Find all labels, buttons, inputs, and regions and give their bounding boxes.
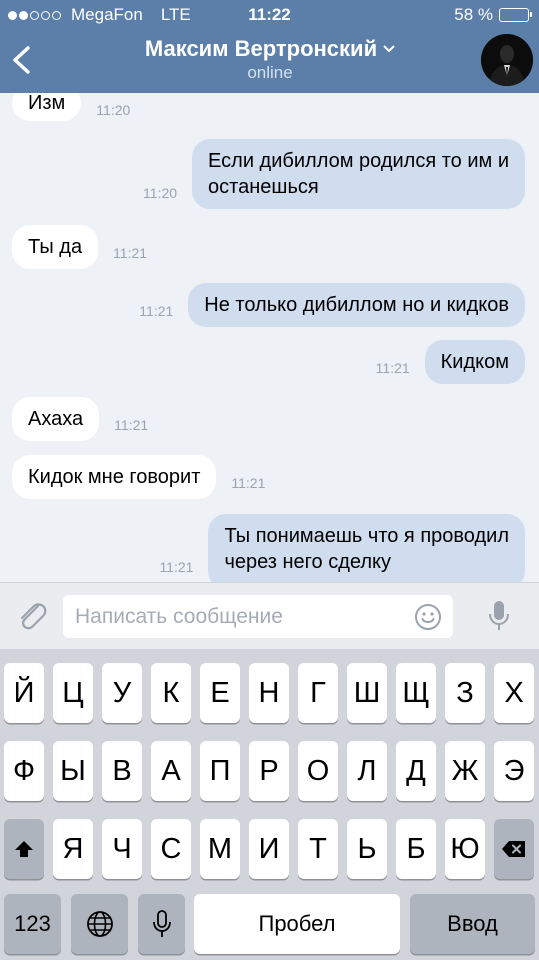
- key[interactable]: Ю: [445, 819, 485, 879]
- microphone-icon: [152, 910, 171, 937]
- back-chevron-icon: [13, 46, 30, 74]
- message-bubble[interactable]: Кидок мне говорит: [12, 455, 217, 499]
- message-row: Кидком 11:21: [361, 340, 525, 384]
- message-text-line: Если дибиллом родился то им и: [208, 150, 509, 172]
- message-time: 11:21: [159, 559, 194, 575]
- message-time: 11:20: [143, 185, 178, 201]
- message-bubble[interactable]: Ты да: [12, 225, 99, 269]
- emoji-button[interactable]: [413, 602, 443, 632]
- message-text: Кидок мне говорит: [28, 466, 201, 488]
- key[interactable]: Ь: [347, 819, 387, 879]
- message-input-placeholder: Написать сообщение: [75, 605, 283, 628]
- attach-button[interactable]: [14, 597, 50, 633]
- key[interactable]: Э: [494, 741, 534, 801]
- shift-key[interactable]: [4, 819, 44, 879]
- message-bubble[interactable]: Ты понимаешь что я проводил через него с…: [208, 514, 525, 582]
- key[interactable]: Б: [396, 819, 436, 879]
- message-time: 11:20: [96, 102, 131, 118]
- key[interactable]: Е: [200, 663, 240, 723]
- message-time: 11:21: [139, 303, 174, 319]
- key[interactable]: С: [151, 819, 191, 879]
- message-text-line: Ты понимаешь что я проводил: [224, 525, 509, 547]
- emoji-icon: [415, 604, 441, 630]
- message-bubble[interactable]: Если дибиллом родился то им и останешься: [192, 139, 525, 209]
- key[interactable]: Ч: [102, 819, 142, 879]
- contact-name[interactable]: Максим Вертронский: [145, 36, 377, 62]
- message-row: Не только дибиллом но и кидков 11:21: [124, 283, 525, 327]
- numbers-key[interactable]: 123: [4, 894, 61, 954]
- message-text-line: через него сделку: [224, 551, 391, 573]
- message-text: Изм: [28, 93, 66, 114]
- microphone-icon: [489, 601, 509, 630]
- voice-message-button[interactable]: [484, 597, 514, 635]
- key[interactable]: Л: [347, 741, 387, 801]
- key[interactable]: И: [249, 819, 289, 879]
- key[interactable]: Г: [298, 663, 338, 723]
- contact-avatar[interactable]: [481, 34, 533, 86]
- key[interactable]: Я: [53, 819, 93, 879]
- message-row: Ахаха 11:21: [12, 397, 163, 441]
- message-row: Изм 11:20: [12, 93, 145, 121]
- key[interactable]: А: [151, 741, 191, 801]
- dictation-key[interactable]: [138, 894, 185, 954]
- message-time: 11:21: [113, 245, 148, 261]
- key[interactable]: З: [445, 663, 485, 723]
- contact-status: online: [247, 63, 293, 82]
- battery-icon: [499, 8, 532, 22]
- message-time: 11:21: [114, 417, 149, 433]
- key[interactable]: Р: [249, 741, 289, 801]
- key[interactable]: Д: [396, 741, 436, 801]
- return-key[interactable]: Ввод: [410, 894, 535, 954]
- key[interactable]: У: [102, 663, 142, 723]
- message-text: Ахаха: [28, 408, 84, 430]
- back-button[interactable]: [8, 40, 38, 80]
- space-key[interactable]: Пробел: [194, 894, 400, 954]
- keyboard: Й Ц У К Е Н Г Ш Щ З Х Ф Ы В А П Р О Л Д …: [0, 649, 539, 960]
- key[interactable]: К: [151, 663, 191, 723]
- message-text: Кидком: [440, 351, 509, 373]
- key[interactable]: Ы: [53, 741, 93, 801]
- backspace-key[interactable]: [494, 819, 534, 879]
- message-bubble[interactable]: Кидком: [424, 340, 525, 384]
- chat-title[interactable]: Максим Вертронский online: [80, 36, 460, 83]
- message-row: Ты понимаешь что я проводил через него с…: [144, 514, 525, 582]
- key[interactable]: Щ: [396, 663, 436, 723]
- key[interactable]: Н: [249, 663, 289, 723]
- key[interactable]: Х: [494, 663, 534, 723]
- status-bar: MegaFon LTE 11:22 58 %: [0, 0, 539, 30]
- message-input-bar: Написать сообщение: [0, 582, 539, 649]
- message-bubble[interactable]: Ахаха: [12, 397, 100, 441]
- name-dropdown-chevron-icon: [383, 40, 395, 58]
- message-row: Если дибиллом родился то им и останешься…: [128, 139, 525, 209]
- key[interactable]: Й: [4, 663, 44, 723]
- globe-key[interactable]: [71, 894, 128, 954]
- message-list[interactable]: Изм 11:20 Если дибиллом родился то им и …: [0, 93, 539, 582]
- key[interactable]: Ц: [53, 663, 93, 723]
- battery-percent: 58 %: [454, 5, 493, 24]
- message-bubble[interactable]: Не только дибиллом но и кидков: [188, 283, 525, 327]
- key[interactable]: П: [200, 741, 240, 801]
- key[interactable]: Ш: [347, 663, 387, 723]
- paperclip-icon: [20, 603, 47, 630]
- globe-icon: [86, 911, 113, 937]
- key[interactable]: М: [200, 819, 240, 879]
- message-input[interactable]: Написать сообщение: [63, 595, 453, 638]
- key[interactable]: Ф: [4, 741, 44, 801]
- message-text: Ты да: [28, 236, 83, 258]
- message-time: 11:21: [231, 475, 266, 491]
- message-time: 11:21: [375, 360, 410, 376]
- message-row: Ты да 11:21: [12, 225, 162, 269]
- key[interactable]: Ж: [445, 741, 485, 801]
- message-bubble[interactable]: Изм: [12, 93, 82, 121]
- key[interactable]: В: [102, 741, 142, 801]
- shift-icon: [15, 841, 33, 857]
- key[interactable]: О: [298, 741, 338, 801]
- chat-header: MegaFon LTE 11:22 58 % Максим Вертронски…: [0, 0, 539, 93]
- message-text: Не только дибиллом но и кидков: [204, 294, 509, 316]
- message-row: Кидок мне говорит 11:21: [12, 455, 280, 499]
- backspace-icon: [502, 841, 525, 857]
- key[interactable]: Т: [298, 819, 338, 879]
- message-text-line: останешься: [208, 176, 319, 198]
